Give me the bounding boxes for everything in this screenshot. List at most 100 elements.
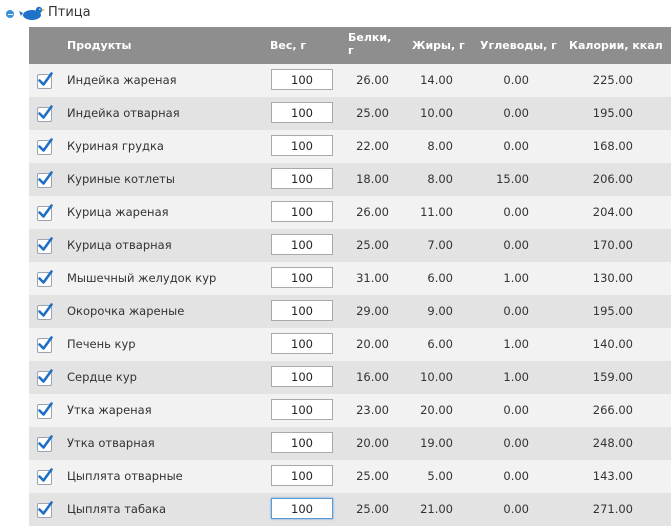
carbs-value: 0.00 <box>503 139 529 153</box>
protein-value: 26.00 <box>356 73 389 87</box>
protein-value: 23.00 <box>356 403 389 417</box>
kcal-value: 225.00 <box>592 73 633 87</box>
protein-value: 26.00 <box>356 205 389 219</box>
row-checkbox[interactable] <box>37 501 53 518</box>
weight-input[interactable] <box>271 135 333 156</box>
checkmark-icon <box>38 204 53 218</box>
protein-value: 29.00 <box>356 304 389 318</box>
row-checkbox[interactable] <box>37 468 53 485</box>
checkmark-icon <box>38 369 53 383</box>
kcal-value: 195.00 <box>592 304 633 318</box>
row-checkbox[interactable] <box>37 369 53 386</box>
fat-value: 6.00 <box>427 337 453 351</box>
products-table: Продукты Вес, г Белки, г Жиры, г Углевод… <box>29 27 671 526</box>
weight-input[interactable] <box>271 69 333 90</box>
weight-input[interactable] <box>271 399 333 420</box>
product-name: Цыплята отварные <box>67 469 183 483</box>
fat-value: 14.00 <box>420 73 453 87</box>
kcal-value: 170.00 <box>592 238 633 252</box>
weight-input[interactable] <box>271 168 333 189</box>
checkmark-icon <box>38 435 53 449</box>
product-name: Утка жареная <box>67 403 152 417</box>
kcal-value: 195.00 <box>592 106 633 120</box>
weight-input[interactable] <box>271 201 333 222</box>
kcal-value: 159.00 <box>592 370 633 384</box>
carbs-value: 0.00 <box>503 238 529 252</box>
page: Птица Продукты Вес, г Белки, г Жиры, г У… <box>0 0 671 529</box>
checkmark-icon <box>38 237 53 251</box>
product-name: Сердце кур <box>67 370 137 384</box>
fat-value: 10.00 <box>420 106 453 120</box>
bird-icon <box>19 4 45 22</box>
fat-value: 11.00 <box>420 205 453 219</box>
weight-input[interactable] <box>271 267 333 288</box>
row-checkbox[interactable] <box>37 171 53 188</box>
table-row: Утка жареная 23.00 20.00 0.00 266.00 <box>29 394 671 427</box>
weight-input[interactable] <box>271 300 333 321</box>
protein-value: 25.00 <box>356 502 389 516</box>
row-checkbox[interactable] <box>37 303 53 320</box>
header-weight: Вес, г <box>270 39 307 52</box>
header-protein: Белки, г <box>348 31 392 57</box>
carbs-value: 0.00 <box>503 436 529 450</box>
row-checkbox[interactable] <box>37 336 53 353</box>
checkmark-icon <box>38 105 53 119</box>
row-checkbox[interactable] <box>37 204 53 221</box>
weight-input[interactable] <box>271 465 333 486</box>
protein-value: 31.00 <box>356 271 389 285</box>
kcal-value: 206.00 <box>592 172 633 186</box>
protein-value: 20.00 <box>356 436 389 450</box>
table-row: Утка отварная 20.00 19.00 0.00 248.00 <box>29 427 671 460</box>
fat-value: 7.00 <box>427 238 453 252</box>
row-checkbox[interactable] <box>37 270 53 287</box>
kcal-value: 248.00 <box>592 436 633 450</box>
weight-input[interactable] <box>271 366 333 387</box>
weight-input[interactable] <box>271 333 333 354</box>
table-row: Курица жареная 26.00 11.00 0.00 204.00 <box>29 196 671 229</box>
product-name: Мышечный желудок кур <box>67 271 217 285</box>
carbs-value: 0.00 <box>503 469 529 483</box>
checkmark-icon <box>38 402 53 416</box>
header-product: Продукты <box>67 39 132 52</box>
table-row: Индейка жареная 26.00 14.00 0.00 225.00 <box>29 64 671 97</box>
row-checkbox[interactable] <box>37 138 53 155</box>
carbs-value: 15.00 <box>496 172 529 186</box>
row-checkbox[interactable] <box>37 435 53 452</box>
row-checkbox[interactable] <box>37 237 53 254</box>
checkmark-icon <box>38 72 53 86</box>
row-checkbox[interactable] <box>37 402 53 419</box>
protein-value: 18.00 <box>356 172 389 186</box>
carbs-value: 0.00 <box>503 502 529 516</box>
checkmark-icon <box>38 336 53 350</box>
weight-input[interactable] <box>271 102 333 123</box>
weight-input[interactable] <box>271 498 333 519</box>
header-fat: Жиры, г <box>412 39 465 52</box>
table-header: Продукты Вес, г Белки, г Жиры, г Углевод… <box>29 27 671 64</box>
weight-input[interactable] <box>271 432 333 453</box>
fat-value: 19.00 <box>420 436 453 450</box>
kcal-value: 168.00 <box>592 139 633 153</box>
checkmark-icon <box>38 501 53 515</box>
table-row: Курица отварная 25.00 7.00 0.00 170.00 <box>29 229 671 262</box>
table-body: Индейка жареная26.0014.000.00225.00Индей… <box>29 64 671 526</box>
protein-value: 16.00 <box>356 370 389 384</box>
table-row: Куриная грудка 22.00 8.00 0.00 168.00 <box>29 130 671 163</box>
row-checkbox[interactable] <box>37 105 53 122</box>
kcal-value: 204.00 <box>592 205 633 219</box>
product-name: Курица жареная <box>67 205 169 219</box>
minus-circle-icon[interactable] <box>6 10 14 18</box>
product-name: Индейка отварная <box>67 106 180 120</box>
section-header[interactable]: Птица <box>0 0 671 26</box>
carbs-value: 0.00 <box>503 205 529 219</box>
checkmark-icon <box>38 270 53 284</box>
table-row: Печень кур 20.00 6.00 1.00 140.00 <box>29 328 671 361</box>
fat-value: 6.00 <box>427 271 453 285</box>
product-name: Куриные котлеты <box>67 172 175 186</box>
fat-value: 21.00 <box>420 502 453 516</box>
table-row: Цыплята табака 25.00 21.00 0.00 271.00 <box>29 493 671 526</box>
protein-value: 25.00 <box>356 469 389 483</box>
protein-value: 22.00 <box>356 139 389 153</box>
weight-input[interactable] <box>271 234 333 255</box>
carbs-value: 0.00 <box>503 403 529 417</box>
row-checkbox[interactable] <box>37 72 53 89</box>
